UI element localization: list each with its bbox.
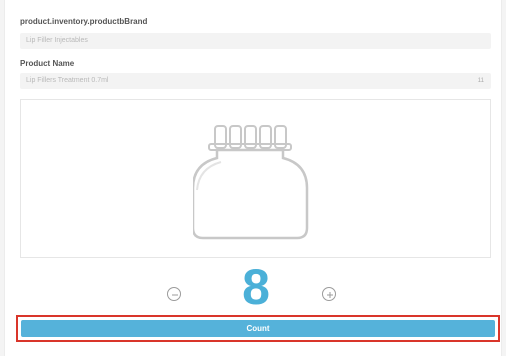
brand-value: Lip Filler Injectables — [26, 37, 88, 44]
decrement-button[interactable] — [167, 287, 181, 301]
product-name-value: Lip Fillers Treatment 0.7ml — [26, 77, 109, 84]
count-button-highlight: Count — [16, 315, 500, 342]
char-count: 11 — [477, 78, 484, 84]
minus-circle-icon — [172, 294, 178, 296]
bottle-icon — [193, 125, 309, 240]
increment-button[interactable] — [322, 287, 336, 301]
brand-field[interactable]: Lip Filler Injectables — [20, 33, 491, 49]
inventory-panel: product.inventory.productbBrand Lip Fill… — [4, 0, 502, 356]
product-image — [20, 99, 491, 258]
plus-circle-icon — [327, 292, 333, 298]
product-name-field[interactable]: Lip Fillers Treatment 0.7ml 11 — [20, 73, 491, 89]
quantity-value: 8 — [242, 259, 270, 315]
product-name-label: Product Name — [20, 59, 75, 68]
brand-label: product.inventory.productbBrand — [20, 17, 148, 26]
count-button[interactable]: Count — [21, 320, 495, 337]
